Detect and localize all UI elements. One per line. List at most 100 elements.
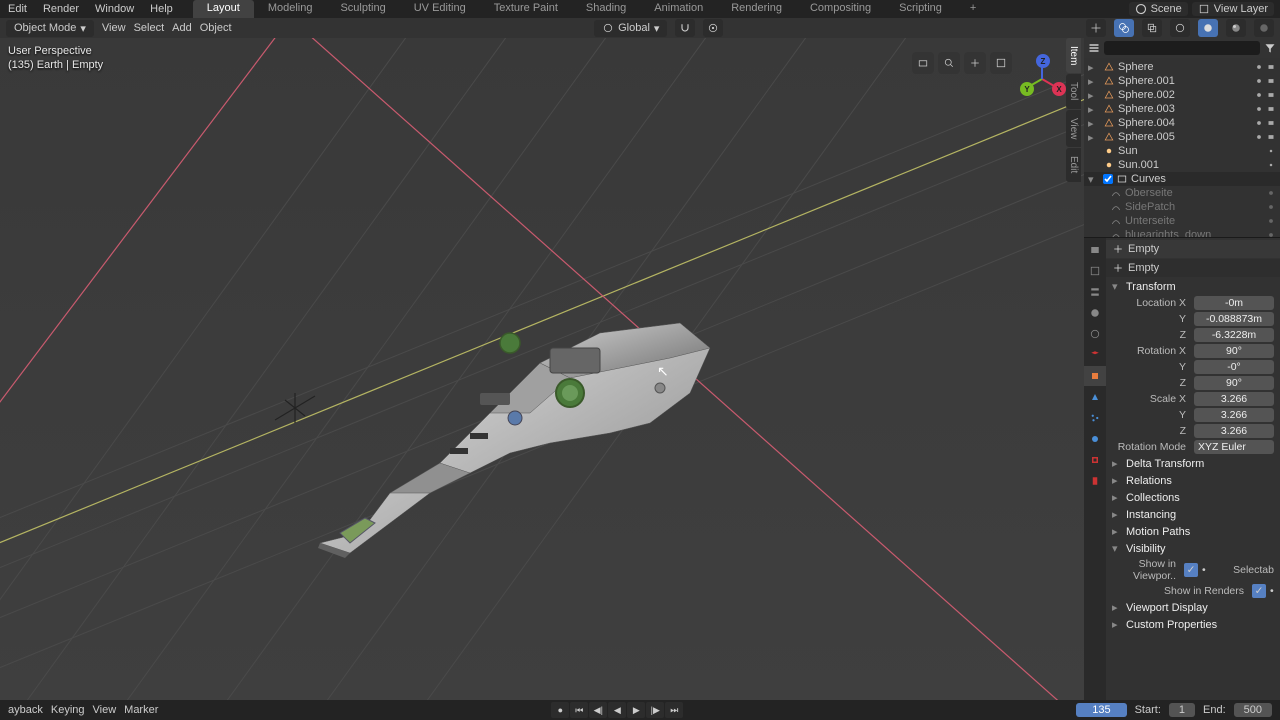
jump-end[interactable]: ⏭ bbox=[665, 702, 683, 718]
ptab-particles[interactable] bbox=[1084, 408, 1106, 428]
tab-texturepaint[interactable]: Texture Paint bbox=[480, 0, 572, 18]
tab-sculpting[interactable]: Sculpting bbox=[326, 0, 399, 18]
tree-item[interactable]: bluearights_down bbox=[1084, 228, 1280, 238]
tab-layout[interactable]: Layout bbox=[193, 0, 254, 18]
breadcrumb-object[interactable]: Empty bbox=[1128, 243, 1159, 255]
tree-item[interactable]: Sun.001 bbox=[1084, 158, 1280, 172]
keyframe-prev[interactable]: ◀| bbox=[589, 702, 607, 718]
rot-z[interactable]: 90° bbox=[1194, 376, 1274, 390]
loc-z[interactable]: -6.3228m bbox=[1194, 328, 1274, 342]
menu-window[interactable]: Window bbox=[87, 1, 142, 17]
panel-customprops-header[interactable]: ▸Custom Properties bbox=[1106, 616, 1280, 633]
loc-y[interactable]: -0.088873m bbox=[1194, 312, 1274, 326]
header-object[interactable]: Object bbox=[200, 22, 232, 34]
scene-selector[interactable]: Scene bbox=[1129, 2, 1188, 16]
ptab-physics[interactable] bbox=[1084, 429, 1106, 449]
panel-transform-header[interactable]: ▾Transform bbox=[1106, 278, 1280, 295]
ptab-world[interactable] bbox=[1084, 324, 1106, 344]
tab-shading[interactable]: Shading bbox=[572, 0, 640, 18]
menu-help[interactable]: Help bbox=[142, 1, 181, 17]
header-select[interactable]: Select bbox=[134, 22, 165, 34]
tree-item[interactable]: ▸Sphere.004 bbox=[1084, 116, 1280, 130]
ptab-collection[interactable] bbox=[1084, 345, 1106, 365]
menu-edit[interactable]: Edit bbox=[0, 1, 35, 17]
tree-item[interactable]: ▸Sphere.002 bbox=[1084, 88, 1280, 102]
keyframe-next[interactable]: |▶ bbox=[646, 702, 664, 718]
show-viewport-check[interactable]: ✓ bbox=[1184, 563, 1198, 577]
timeline-playback[interactable]: ayback bbox=[8, 704, 43, 716]
tree-item[interactable]: Oberseite bbox=[1084, 186, 1280, 200]
nav-gizmo[interactable]: X Y Z bbox=[1016, 52, 1068, 104]
timeline-view[interactable]: View bbox=[93, 704, 117, 716]
tab-animation[interactable]: Animation bbox=[640, 0, 717, 18]
timeline-marker[interactable]: Marker bbox=[124, 704, 158, 716]
ptab-modifier[interactable] bbox=[1084, 387, 1106, 407]
tree-item[interactable]: ▸Sphere.001 bbox=[1084, 74, 1280, 88]
tree-collection[interactable]: ▾Curves bbox=[1084, 172, 1280, 186]
tab-modeling[interactable]: Modeling bbox=[254, 0, 327, 18]
end-frame[interactable]: 500 bbox=[1234, 703, 1272, 717]
viewlayer-selector[interactable]: View Layer bbox=[1192, 2, 1274, 16]
tree-item[interactable]: SidePatch bbox=[1084, 200, 1280, 214]
play-forward[interactable]: ▶ bbox=[627, 702, 645, 718]
vtab-edit[interactable]: Edit bbox=[1066, 148, 1081, 181]
rot-y[interactable]: -0° bbox=[1194, 360, 1274, 374]
ptab-object[interactable] bbox=[1084, 366, 1106, 386]
shading-wireframe[interactable] bbox=[1170, 19, 1190, 37]
menu-render[interactable]: Render bbox=[35, 1, 87, 17]
panel-collections-header[interactable]: ▸Collections bbox=[1106, 489, 1280, 506]
rot-x[interactable]: 90° bbox=[1194, 344, 1274, 358]
tree-item[interactable]: ▸Sphere bbox=[1084, 60, 1280, 74]
tab-scripting[interactable]: Scripting bbox=[885, 0, 956, 18]
jump-start[interactable]: ⏮ bbox=[570, 702, 588, 718]
spaceship-model[interactable] bbox=[290, 293, 730, 573]
tree-item[interactable]: ▸Sphere.005 bbox=[1084, 130, 1280, 144]
ptab-scene[interactable] bbox=[1084, 303, 1106, 323]
tab-uvediting[interactable]: UV Editing bbox=[400, 0, 480, 18]
scale-z[interactable]: 3.266 bbox=[1194, 424, 1274, 438]
rotation-mode[interactable]: XYZ Euler bbox=[1194, 440, 1274, 454]
xray-toggle[interactable] bbox=[1142, 19, 1162, 37]
tab-compositing[interactable]: Compositing bbox=[796, 0, 885, 18]
vtab-tool[interactable]: Tool bbox=[1066, 74, 1081, 108]
scale-x[interactable]: 3.266 bbox=[1194, 392, 1274, 406]
grid-icon[interactable] bbox=[990, 52, 1012, 74]
3d-viewport[interactable]: User Perspective (135) Earth | Empty bbox=[0, 38, 1084, 700]
header-view[interactable]: View bbox=[102, 22, 126, 34]
tree-item[interactable]: Sun bbox=[1084, 144, 1280, 158]
loc-x[interactable]: -0m bbox=[1194, 296, 1274, 310]
overlay-toggle[interactable] bbox=[1114, 19, 1134, 37]
gizmo-toggle[interactable] bbox=[1086, 19, 1106, 37]
vtab-item[interactable]: Item bbox=[1066, 38, 1081, 73]
ptab-constraints[interactable] bbox=[1084, 450, 1106, 470]
ptab-render[interactable] bbox=[1084, 240, 1106, 260]
orientation-selector[interactable]: Global▾ bbox=[594, 20, 667, 37]
filter-icon[interactable] bbox=[1264, 42, 1276, 54]
outliner-search[interactable] bbox=[1104, 41, 1260, 55]
panel-relations-header[interactable]: ▸Relations bbox=[1106, 472, 1280, 489]
collection-enable[interactable] bbox=[1103, 174, 1113, 184]
shading-solid[interactable] bbox=[1198, 19, 1218, 37]
scale-y[interactable]: 3.266 bbox=[1194, 408, 1274, 422]
mode-selector[interactable]: Object Mode▾ bbox=[6, 20, 94, 37]
panel-visibility-header[interactable]: ▾Visibility bbox=[1106, 540, 1280, 557]
show-renders-check[interactable]: ✓ bbox=[1252, 584, 1266, 598]
shading-matprev[interactable] bbox=[1226, 19, 1246, 37]
tab-rendering[interactable]: Rendering bbox=[717, 0, 796, 18]
ptab-data[interactable] bbox=[1084, 471, 1106, 491]
timeline-keying[interactable]: Keying bbox=[51, 704, 85, 716]
start-frame[interactable]: 1 bbox=[1169, 703, 1195, 717]
panel-instancing-header[interactable]: ▸Instancing bbox=[1106, 506, 1280, 523]
vtab-view[interactable]: View bbox=[1066, 110, 1081, 148]
move-icon[interactable] bbox=[964, 52, 986, 74]
panel-viewportdisplay-header[interactable]: ▸Viewport Display bbox=[1106, 599, 1280, 616]
tab-add[interactable]: + bbox=[956, 0, 990, 18]
auto-key[interactable]: ● bbox=[551, 702, 569, 718]
ptab-output[interactable] bbox=[1084, 261, 1106, 281]
camera-view-icon[interactable] bbox=[912, 52, 934, 74]
panel-delta-header[interactable]: ▸Delta Transform bbox=[1106, 455, 1280, 472]
panel-motionpaths-header[interactable]: ▸Motion Paths bbox=[1106, 523, 1280, 540]
current-frame[interactable]: 135 bbox=[1076, 703, 1126, 717]
snap-toggle[interactable] bbox=[675, 19, 695, 37]
proportional-toggle[interactable] bbox=[703, 19, 723, 37]
